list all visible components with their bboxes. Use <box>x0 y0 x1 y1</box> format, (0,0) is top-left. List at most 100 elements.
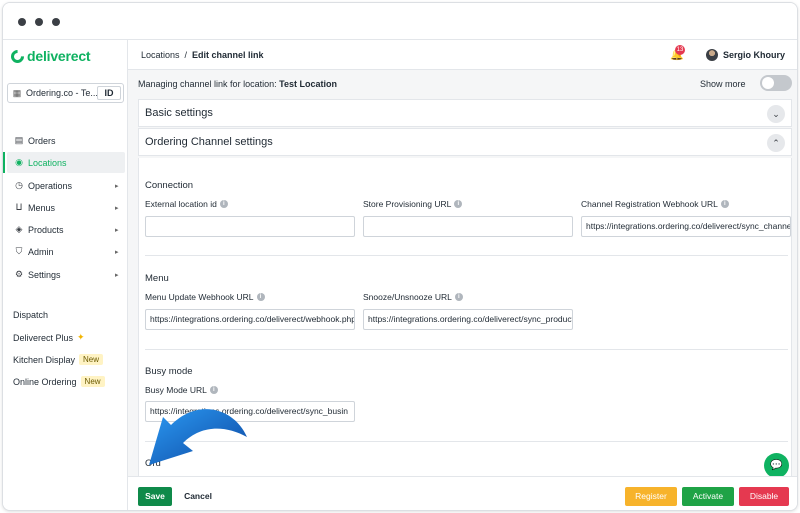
busy-mode-section-title: Busy mode <box>145 366 193 377</box>
sidebar-item-admin[interactable]: ⛉ Admin ▸ <box>7 241 125 262</box>
sidebar-item-label: Menus <box>28 202 56 213</box>
app-window: deliverect ▦ Ordering.co - Te... ID ▤ Or… <box>2 2 798 511</box>
store-provisioning-input[interactable] <box>363 216 573 237</box>
action-footer: Save Cancel Register Activate Disable <box>128 476 797 510</box>
brand-name: deliverect <box>27 48 91 64</box>
show-more-label: Show more <box>700 79 746 89</box>
sidebar-item-online-ordering[interactable]: Online Ordering New <box>13 376 105 387</box>
chevron-up-icon[interactable]: ⌃ <box>767 134 785 152</box>
sidebar-item-orders[interactable]: ▤ Orders <box>7 130 125 151</box>
notification-count-badge: 13 <box>675 45 685 55</box>
sidebar-item-label: Deliverect Plus <box>13 332 74 343</box>
sidebar-item-locations[interactable]: ◉ Locations <box>3 152 125 173</box>
sidebar-item-label: Admin <box>28 246 54 257</box>
busy-mode-url-label: Busy Mode URL i <box>145 385 218 395</box>
new-badge: New <box>79 354 104 365</box>
sidebar-item-label: Operations <box>28 180 73 191</box>
new-badge: New <box>80 376 105 387</box>
disable-button[interactable]: Disable <box>739 487 789 506</box>
store-provisioning-label: Store Provisioning URL i <box>363 199 463 209</box>
info-icon[interactable]: i <box>720 200 729 208</box>
field-label-text: External location id <box>145 199 217 209</box>
field-label-text: Channel Registration Webhook URL <box>581 199 718 209</box>
ordering-channel-settings-body: Connection External location id i Store … <box>138 158 792 476</box>
sidebar-item-operations[interactable]: ◷ Operations ▸ <box>7 175 125 196</box>
chevron-right-icon: ▸ <box>115 182 119 190</box>
managing-location-name: Test Location <box>279 79 337 89</box>
show-more-toggle[interactable] <box>760 75 792 91</box>
orders-section-title: Ord <box>145 458 161 469</box>
snooze-url-input[interactable]: https://integrations.ordering.co/deliver… <box>363 309 573 330</box>
info-icon[interactable]: i <box>209 386 218 394</box>
gear-icon: ⚙ <box>14 269 24 279</box>
chevron-right-icon: ▸ <box>115 248 119 256</box>
channel-registration-label: Channel Registration Webhook URL i <box>581 199 729 209</box>
register-button[interactable]: Register <box>625 487 677 506</box>
info-icon[interactable]: i <box>256 293 265 301</box>
deliverect-logo-icon <box>8 46 27 66</box>
chevron-right-icon: ▸ <box>115 271 119 279</box>
chevron-right-icon: ▸ <box>115 226 119 234</box>
field-label-text: Menu Update Webhook URL <box>145 292 254 302</box>
info-icon[interactable]: i <box>454 293 463 301</box>
cutlery-icon: ⵡ <box>15 202 23 212</box>
sidebar-item-products[interactable]: ◈ Products ▸ <box>7 219 125 240</box>
brand-logo[interactable]: deliverect <box>8 46 91 66</box>
menu-section-title: Menu <box>145 273 169 284</box>
user-name[interactable]: Sergio Khoury <box>723 50 785 60</box>
sidebar-item-label: Online Ordering <box>13 376 77 387</box>
busy-mode-url-input[interactable]: https://integrations.ordering.co/deliver… <box>145 401 355 422</box>
window-chrome <box>3 3 797 40</box>
sidebar-item-deliverect-plus[interactable]: Deliverect Plus ✦ <box>13 332 85 343</box>
window-dot-icon[interactable] <box>52 18 60 26</box>
connection-section-title: Connection <box>145 180 194 191</box>
sidebar-item-label: Orders <box>28 135 56 146</box>
activate-button[interactable]: Activate <box>682 487 734 506</box>
sidebar-item-menus[interactable]: ⵡ Menus ▸ <box>7 197 125 218</box>
sidebar-item-label: Kitchen Display <box>13 354 76 365</box>
building-icon: ▦ <box>12 87 22 98</box>
avatar[interactable] <box>706 49 718 61</box>
menu-update-webhook-input[interactable]: https://integrations.ordering.co/deliver… <box>145 309 355 330</box>
ordering-channel-settings-header[interactable]: Ordering Channel settings ⌃ <box>138 128 792 156</box>
sidebar-item-settings[interactable]: ⚙ Settings ▸ <box>7 264 125 285</box>
main-content: Managing channel link for location: Test… <box>128 70 797 476</box>
chat-bubble-icon[interactable]: 💬 <box>764 453 789 476</box>
clock-icon: ◷ <box>15 180 23 190</box>
info-icon[interactable]: i <box>454 200 463 208</box>
window-dot-icon[interactable] <box>18 18 26 26</box>
external-location-input[interactable] <box>145 216 355 237</box>
orders-icon: ▤ <box>14 135 24 145</box>
external-location-label: External location id i <box>145 199 228 209</box>
breadcrumb-current: Edit channel link <box>192 50 264 60</box>
chevron-down-icon[interactable]: ⌄ <box>767 105 785 123</box>
location-pin-icon: ◉ <box>15 157 23 167</box>
save-button[interactable]: Save <box>138 487 172 506</box>
location-id-button[interactable]: ID <box>97 86 121 100</box>
cancel-button[interactable]: Cancel <box>178 487 218 506</box>
sidebar-item-label: Locations <box>28 157 67 168</box>
sidebar-item-dispatch[interactable]: Dispatch <box>13 310 48 320</box>
managing-location-text: Managing channel link for location: Test… <box>138 79 337 89</box>
channel-registration-input[interactable]: https://integrations.ordering.co/deliver… <box>581 216 791 237</box>
snooze-url-label: Snooze/Unsnooze URL i <box>363 292 463 302</box>
chevron-right-icon: ▸ <box>115 204 119 212</box>
breadcrumb: Locations / Edit channel link <box>141 50 264 60</box>
section-divider <box>145 349 788 350</box>
shield-icon: ⛉ <box>15 246 23 256</box>
breadcrumb-locations-link[interactable]: Locations <box>141 50 180 60</box>
top-bar: Locations / Edit channel link 🔔 13 Sergi… <box>128 40 797 70</box>
section-divider <box>145 255 788 256</box>
basic-settings-header[interactable]: Basic settings ⌄ <box>138 99 792 127</box>
info-icon[interactable]: i <box>219 200 228 208</box>
location-selector[interactable]: ▦ Ordering.co - Te... ID <box>7 83 124 103</box>
tag-icon: ◈ <box>15 224 23 234</box>
sidebar-item-kitchen-display[interactable]: Kitchen Display New <box>13 354 104 365</box>
location-selector-label: Ordering.co - Te... <box>26 88 97 98</box>
sidebar-item-label: Settings <box>28 269 61 280</box>
window-dot-icon[interactable] <box>35 18 43 26</box>
breadcrumb-separator: / <box>184 50 188 60</box>
field-label-text: Busy Mode URL <box>145 385 207 395</box>
panel-title: Basic settings <box>145 107 213 119</box>
sidebar-item-label: Products <box>28 224 64 235</box>
